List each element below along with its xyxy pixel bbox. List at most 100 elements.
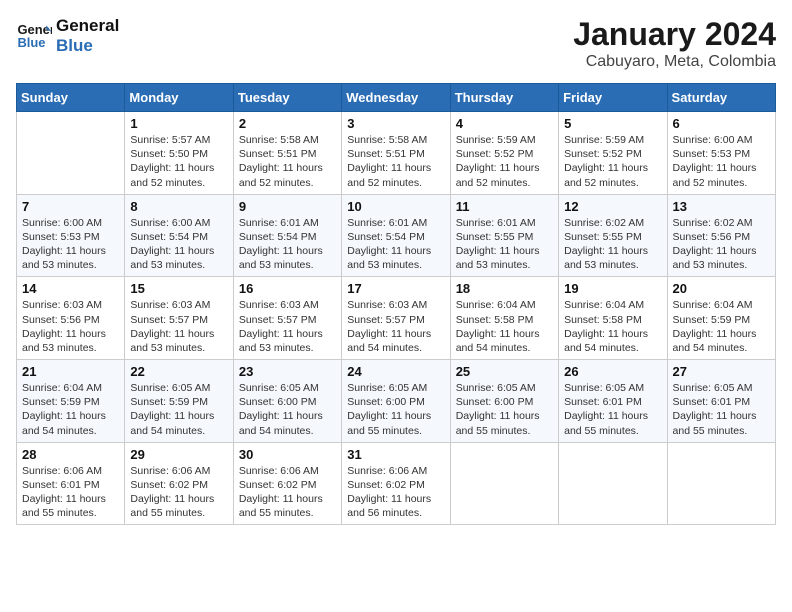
day-number: 22: [130, 364, 227, 379]
day-info: Sunrise: 6:03 AM Sunset: 5:56 PM Dayligh…: [22, 298, 119, 355]
day-number: 6: [673, 116, 770, 131]
calendar-cell: [667, 442, 775, 525]
logo-icon: General Blue: [16, 18, 52, 54]
calendar-header-row: SundayMondayTuesdayWednesdayThursdayFrid…: [17, 84, 776, 112]
calendar-cell: 30 Sunrise: 6:06 AM Sunset: 6:02 PM Dayli…: [233, 442, 341, 525]
day-number: 26: [564, 364, 661, 379]
week-row-5: 28 Sunrise: 6:06 AM Sunset: 6:01 PM Dayli…: [17, 442, 776, 525]
day-number: 21: [22, 364, 119, 379]
calendar-cell: 31 Sunrise: 6:06 AM Sunset: 6:02 PM Dayli…: [342, 442, 450, 525]
calendar-cell: 16 Sunrise: 6:03 AM Sunset: 5:57 PM Dayli…: [233, 277, 341, 360]
day-number: 1: [130, 116, 227, 131]
calendar-cell: 29 Sunrise: 6:06 AM Sunset: 6:02 PM Dayli…: [125, 442, 233, 525]
day-number: 23: [239, 364, 336, 379]
calendar-cell: 14 Sunrise: 6:03 AM Sunset: 5:56 PM Dayli…: [17, 277, 125, 360]
calendar-cell: 10 Sunrise: 6:01 AM Sunset: 5:54 PM Dayli…: [342, 194, 450, 277]
day-number: 8: [130, 199, 227, 214]
day-number: 14: [22, 281, 119, 296]
day-info: Sunrise: 6:00 AM Sunset: 5:54 PM Dayligh…: [130, 216, 227, 273]
day-info: Sunrise: 6:06 AM Sunset: 6:02 PM Dayligh…: [239, 464, 336, 521]
day-info: Sunrise: 6:00 AM Sunset: 5:53 PM Dayligh…: [673, 133, 770, 190]
calendar-cell: 4 Sunrise: 5:59 AM Sunset: 5:52 PM Daylig…: [450, 112, 558, 195]
day-info: Sunrise: 6:05 AM Sunset: 6:01 PM Dayligh…: [564, 381, 661, 438]
logo: General Blue General Blue: [16, 16, 119, 57]
calendar-cell: 18 Sunrise: 6:04 AM Sunset: 5:58 PM Dayli…: [450, 277, 558, 360]
day-number: 30: [239, 447, 336, 462]
calendar-cell: 21 Sunrise: 6:04 AM Sunset: 5:59 PM Dayli…: [17, 360, 125, 443]
day-number: 17: [347, 281, 444, 296]
calendar-cell: 19 Sunrise: 6:04 AM Sunset: 5:58 PM Dayli…: [559, 277, 667, 360]
calendar-cell: 7Sunrise: 6:00 AM Sunset: 5:53 PM Daylig…: [17, 194, 125, 277]
day-number: 5: [564, 116, 661, 131]
calendar-title: January 2024: [573, 16, 776, 53]
calendar-cell: 13Sunrise: 6:02 AM Sunset: 5:56 PM Dayli…: [667, 194, 775, 277]
day-number: 24: [347, 364, 444, 379]
day-info: Sunrise: 6:02 AM Sunset: 5:55 PM Dayligh…: [564, 216, 661, 273]
week-row-1: 1Sunrise: 5:57 AM Sunset: 5:50 PM Daylig…: [17, 112, 776, 195]
col-header-monday: Monday: [125, 84, 233, 112]
day-number: 11: [456, 199, 553, 214]
day-number: 18: [456, 281, 553, 296]
calendar-cell: 5 Sunrise: 5:59 AM Sunset: 5:52 PM Daylig…: [559, 112, 667, 195]
day-info: Sunrise: 5:58 AM Sunset: 5:51 PM Dayligh…: [347, 133, 444, 190]
day-info: Sunrise: 6:03 AM Sunset: 5:57 PM Dayligh…: [130, 298, 227, 355]
calendar-cell: 1Sunrise: 5:57 AM Sunset: 5:50 PM Daylig…: [125, 112, 233, 195]
day-number: 3: [347, 116, 444, 131]
calendar-cell: 9Sunrise: 6:01 AM Sunset: 5:54 PM Daylig…: [233, 194, 341, 277]
col-header-thursday: Thursday: [450, 84, 558, 112]
calendar-cell: 24 Sunrise: 6:05 AM Sunset: 6:00 PM Dayli…: [342, 360, 450, 443]
col-header-wednesday: Wednesday: [342, 84, 450, 112]
day-info: Sunrise: 6:06 AM Sunset: 6:02 PM Dayligh…: [130, 464, 227, 521]
col-header-saturday: Saturday: [667, 84, 775, 112]
day-info: Sunrise: 6:05 AM Sunset: 6:00 PM Dayligh…: [456, 381, 553, 438]
calendar-cell: 26 Sunrise: 6:05 AM Sunset: 6:01 PM Dayli…: [559, 360, 667, 443]
day-number: 28: [22, 447, 119, 462]
day-info: Sunrise: 6:04 AM Sunset: 5:58 PM Dayligh…: [456, 298, 553, 355]
day-info: Sunrise: 6:06 AM Sunset: 6:02 PM Dayligh…: [347, 464, 444, 521]
day-info: Sunrise: 6:04 AM Sunset: 5:59 PM Dayligh…: [22, 381, 119, 438]
calendar-cell: [17, 112, 125, 195]
calendar-cell: 17 Sunrise: 6:03 AM Sunset: 5:57 PM Dayli…: [342, 277, 450, 360]
col-header-friday: Friday: [559, 84, 667, 112]
calendar-cell: 23Sunrise: 6:05 AM Sunset: 6:00 PM Dayli…: [233, 360, 341, 443]
day-number: 4: [456, 116, 553, 131]
day-number: 16: [239, 281, 336, 296]
calendar-table: SundayMondayTuesdayWednesdayThursdayFrid…: [16, 83, 776, 525]
day-number: 13: [673, 199, 770, 214]
calendar-cell: 20Sunrise: 6:04 AM Sunset: 5:59 PM Dayli…: [667, 277, 775, 360]
day-number: 15: [130, 281, 227, 296]
day-number: 19: [564, 281, 661, 296]
calendar-cell: 15 Sunrise: 6:03 AM Sunset: 5:57 PM Dayli…: [125, 277, 233, 360]
calendar-cell: [450, 442, 558, 525]
col-header-sunday: Sunday: [17, 84, 125, 112]
calendar-cell: 3 Sunrise: 5:58 AM Sunset: 5:51 PM Daylig…: [342, 112, 450, 195]
calendar-cell: [559, 442, 667, 525]
day-info: Sunrise: 6:06 AM Sunset: 6:01 PM Dayligh…: [22, 464, 119, 521]
day-info: Sunrise: 5:58 AM Sunset: 5:51 PM Dayligh…: [239, 133, 336, 190]
day-info: Sunrise: 6:03 AM Sunset: 5:57 PM Dayligh…: [347, 298, 444, 355]
calendar-cell: 27 Sunrise: 6:05 AM Sunset: 6:01 PM Dayli…: [667, 360, 775, 443]
day-number: 9: [239, 199, 336, 214]
day-info: Sunrise: 6:01 AM Sunset: 5:55 PM Dayligh…: [456, 216, 553, 273]
day-info: Sunrise: 5:59 AM Sunset: 5:52 PM Dayligh…: [456, 133, 553, 190]
day-number: 27: [673, 364, 770, 379]
day-number: 2: [239, 116, 336, 131]
logo-text-blue: Blue: [56, 36, 119, 56]
calendar-body: 1Sunrise: 5:57 AM Sunset: 5:50 PM Daylig…: [17, 112, 776, 525]
day-info: Sunrise: 6:04 AM Sunset: 5:58 PM Dayligh…: [564, 298, 661, 355]
day-info: Sunrise: 6:05 AM Sunset: 6:01 PM Dayligh…: [673, 381, 770, 438]
title-area: January 2024 Cabuyaro, Meta, Colombia: [573, 16, 776, 71]
day-number: 31: [347, 447, 444, 462]
col-header-tuesday: Tuesday: [233, 84, 341, 112]
day-number: 10: [347, 199, 444, 214]
day-number: 29: [130, 447, 227, 462]
logo-text-general: General: [56, 16, 119, 36]
day-info: Sunrise: 5:59 AM Sunset: 5:52 PM Dayligh…: [564, 133, 661, 190]
day-info: Sunrise: 6:05 AM Sunset: 6:00 PM Dayligh…: [347, 381, 444, 438]
week-row-3: 14 Sunrise: 6:03 AM Sunset: 5:56 PM Dayli…: [17, 277, 776, 360]
day-info: Sunrise: 6:03 AM Sunset: 5:57 PM Dayligh…: [239, 298, 336, 355]
day-number: 20: [673, 281, 770, 296]
day-info: Sunrise: 6:01 AM Sunset: 5:54 PM Dayligh…: [347, 216, 444, 273]
day-info: Sunrise: 6:05 AM Sunset: 5:59 PM Dayligh…: [130, 381, 227, 438]
week-row-2: 7Sunrise: 6:00 AM Sunset: 5:53 PM Daylig…: [17, 194, 776, 277]
